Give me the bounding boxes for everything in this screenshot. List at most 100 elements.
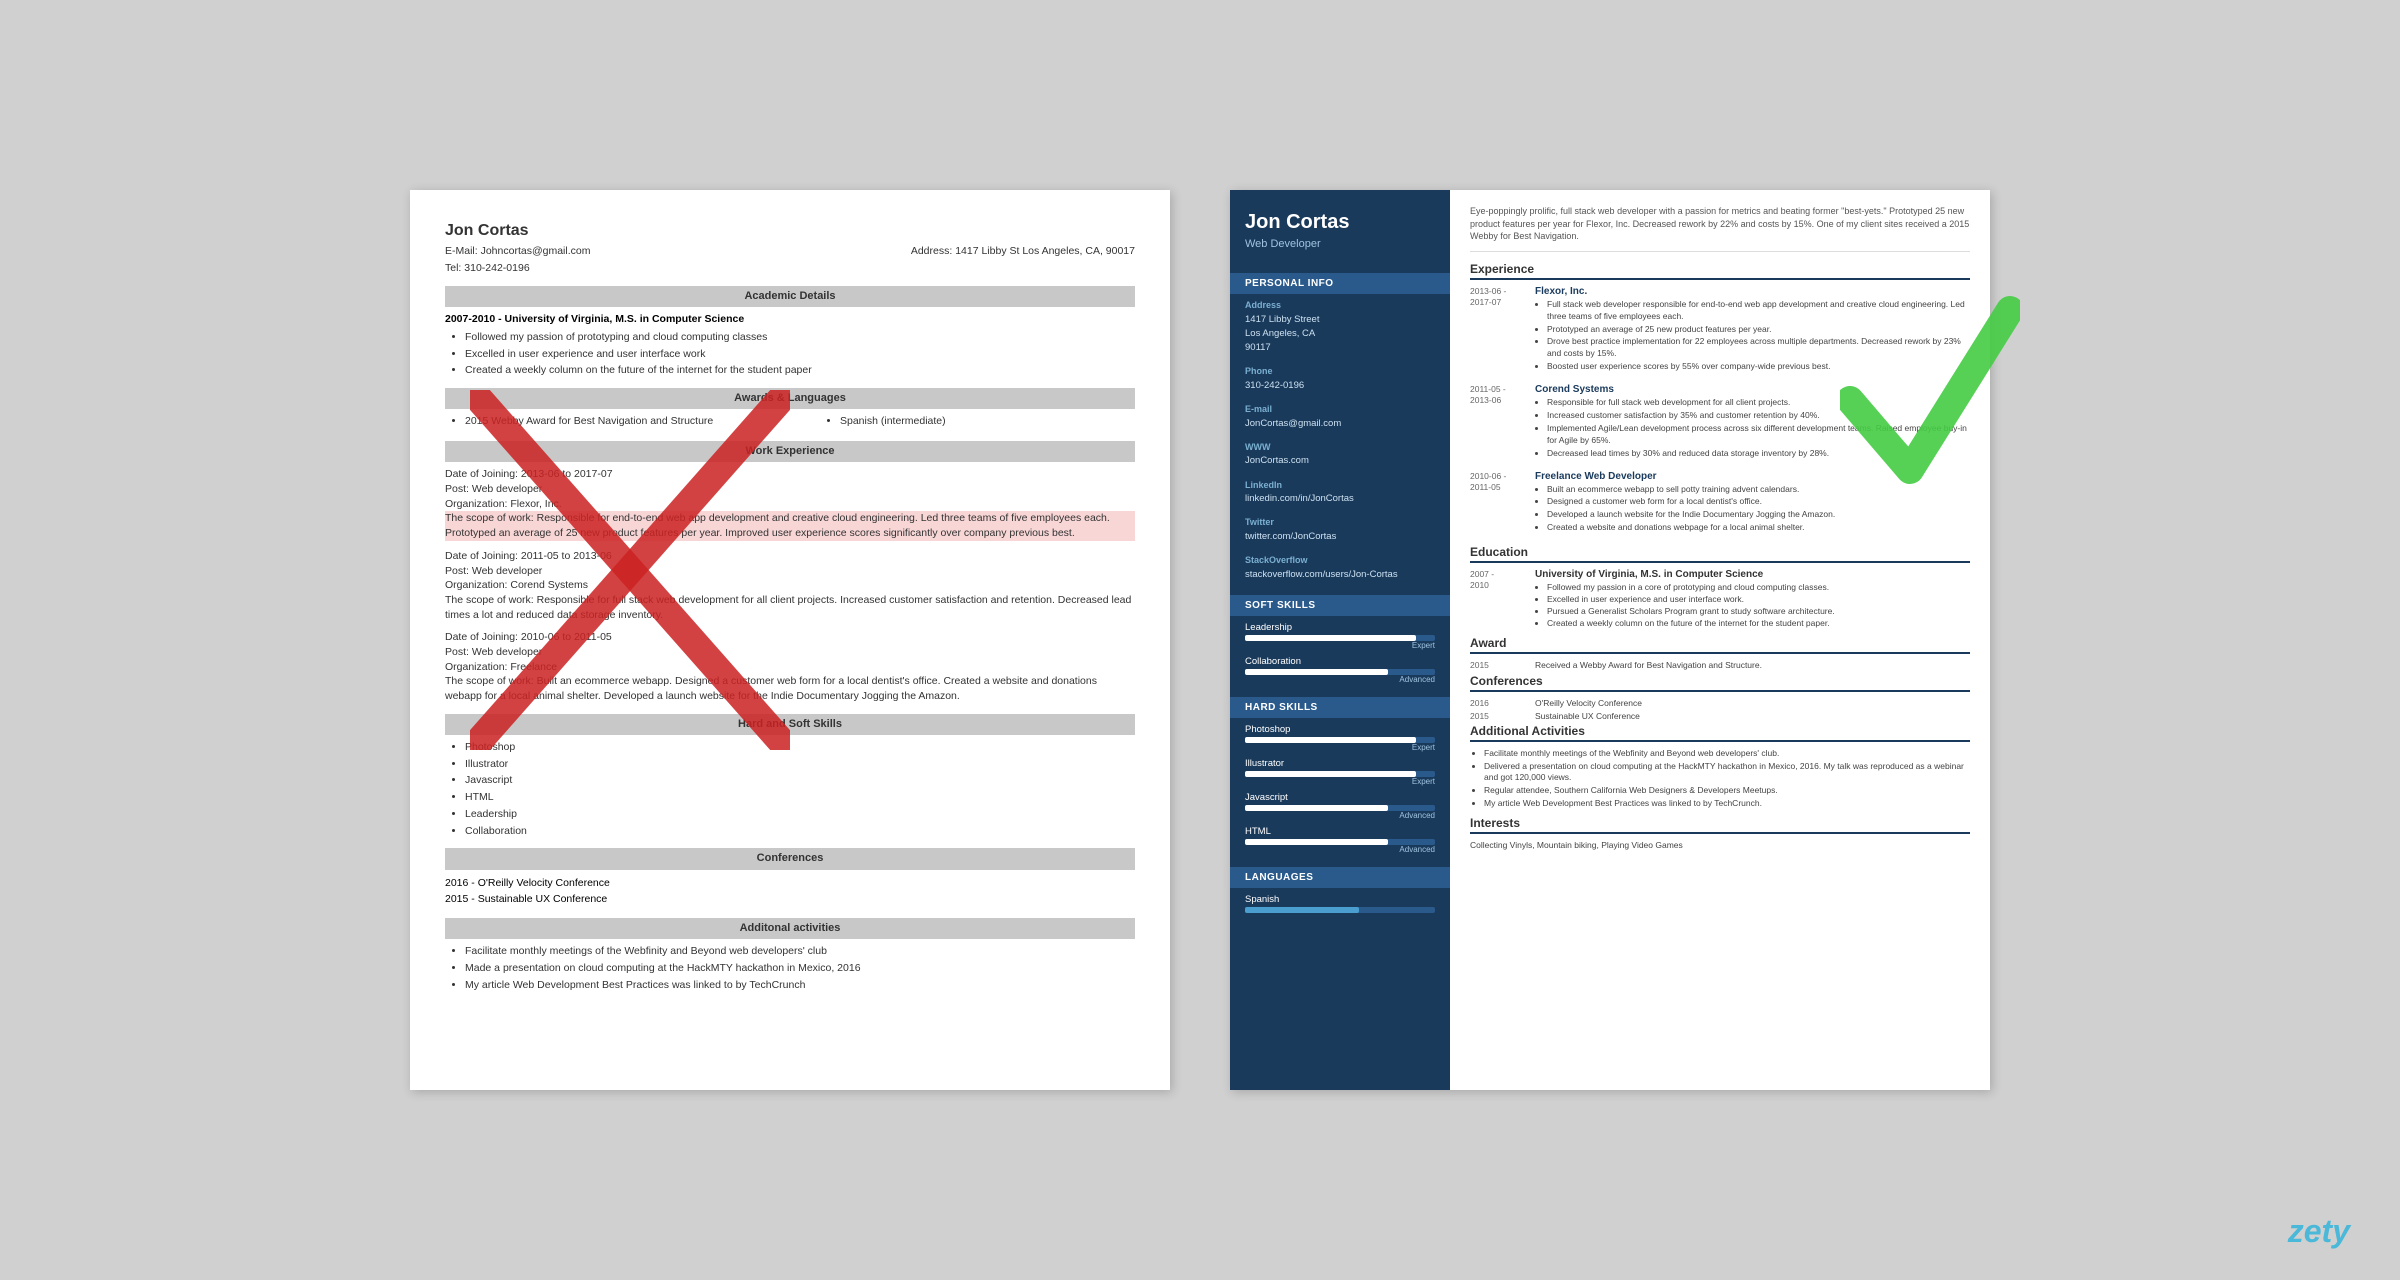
sidebar-profile: Jon Cortas Web Developer (1230, 190, 1450, 265)
award-entry-1: 2015 Received a Webby Award for Best Nav… (1470, 660, 1970, 670)
plain-conferences-header: Conferences (445, 848, 1135, 869)
plain-activities-header: Additonal activities (445, 918, 1135, 939)
skill-photoshop: Photoshop (1245, 724, 1435, 735)
activities-section-title: Additional Activities (1470, 724, 1970, 742)
plain-name: Jon Cortas (445, 220, 1135, 242)
conferences-section-title: Conferences (1470, 674, 1970, 692)
plain-academic-bullets: Followed my passion of prototyping and c… (445, 330, 1135, 378)
work-entry-2: Date of Joining: 2011-05 to 2013-06 Post… (445, 549, 1135, 622)
list-item: Created a weekly column on the future of… (1547, 618, 1835, 630)
sidebar-languages: Spanish (1230, 894, 1450, 918)
conf-item-2: 2015 - Sustainable UX Conference (445, 891, 1135, 908)
conf-item-1: 2016 - O'Reilly Velocity Conference (445, 875, 1135, 892)
list-item: Excelled in user experience and user int… (1547, 594, 1835, 606)
list-item: Followed my passion of prototyping and c… (465, 330, 1135, 345)
skill-level: Advanced (1245, 845, 1435, 854)
list-item: Decreased lead times by 30% and reduced … (1547, 448, 1970, 460)
list-item: My article Web Development Best Practice… (1484, 798, 1970, 810)
sidebar-languages-label: Languages (1230, 867, 1450, 888)
list-item: Regular attendee, Southern California We… (1484, 785, 1970, 797)
language-spanish: Spanish (1245, 894, 1435, 905)
list-item: Boosted user experience scores by 55% ov… (1547, 361, 1970, 373)
edu-entry-1: 2007 -2010 University of Virginia, M.S. … (1470, 569, 1970, 630)
styled-resume: Jon Cortas Web Developer Personal Info A… (1230, 190, 1990, 1090)
sidebar-personal-info-label: Personal Info (1230, 273, 1450, 294)
sidebar-twitter-block: Twitter twitter.com/JonCortas (1230, 511, 1450, 549)
sidebar-linkedin-block: LinkedIn linkedin.com/in/JonCortas (1230, 474, 1450, 512)
conf-entry-1: 2016 O'Reilly Velocity Conference (1470, 698, 1970, 708)
sidebar-hard-skills: Photoshop Expert Illustrator Expert Java… (1230, 724, 1450, 859)
list-item: Implemented Agile/Lean development proce… (1547, 423, 1970, 447)
list-item: HTML (465, 790, 1135, 805)
main-container: Jon Cortas E-Mail: Johncortas@gmail.com … (0, 0, 2400, 1280)
list-item: My article Web Development Best Practice… (465, 978, 1135, 993)
list-item: Delivered a presentation on cloud comput… (1484, 761, 1970, 785)
exp-entry-2: 2011-05 -2013-06 Corend Systems Responsi… (1470, 384, 1970, 460)
list-item: Pursued a Generalist Scholars Program gr… (1547, 606, 1835, 618)
list-item: Created a weekly column on the future of… (465, 363, 1135, 378)
plain-contact: E-Mail: Johncortas@gmail.com Address: 14… (445, 244, 1135, 259)
exp-entry-1: 2013-06 -2017-07 Flexor, Inc. Full stack… (1470, 286, 1970, 374)
skill-level: Expert (1245, 641, 1435, 650)
list-item: Facilitate monthly meetings of the Webfi… (1484, 748, 1970, 760)
experience-section-title: Experience (1470, 262, 1970, 280)
sidebar-email-block: E-mail JonCortas@gmail.com (1230, 398, 1450, 436)
skill-javascript: Javascript (1245, 792, 1435, 803)
interests-text: Collecting Vinyls, Mountain biking, Play… (1470, 840, 1970, 850)
work-entry-1: Date of Joining: 2013-06 to 2017-07 Post… (445, 467, 1135, 540)
sidebar-stackoverflow-block: StackOverflow stackoverflow.com/users/Jo… (1230, 549, 1450, 587)
lang-bar-bg (1245, 907, 1435, 913)
plain-awards-row: 2015 Webby Award for Best Navigation and… (445, 414, 1135, 431)
conf-entry-2: 2015 Sustainable UX Conference (1470, 711, 1970, 721)
list-item: Illustrator (465, 757, 1135, 772)
list-item: Spanish (intermediate) (840, 414, 1135, 429)
skill-collaboration: Collaboration (1245, 656, 1435, 667)
list-item: Created a website and donations webpage … (1547, 522, 1970, 534)
award-section-title: Award (1470, 636, 1970, 654)
list-item: Facilitate monthly meetings of the Webfi… (465, 944, 1135, 959)
list-item: Leadership (465, 807, 1135, 822)
list-item: Made a presentation on cloud computing a… (465, 961, 1135, 976)
skill-level: Expert (1245, 743, 1435, 752)
education-section-title: Education (1470, 545, 1970, 563)
skill-illustrator: Illustrator (1245, 758, 1435, 769)
plain-skills-list: Photoshop Illustrator Javascript HTML Le… (445, 740, 1135, 838)
sidebar-address-block: Address 1417 Libby StreetLos Angeles, CA… (1230, 294, 1450, 360)
sidebar-name: Jon Cortas (1245, 210, 1435, 234)
list-item: Responsible for full stack web developme… (1547, 397, 1970, 409)
list-item: Developed a launch website for the Indie… (1547, 509, 1970, 521)
list-item: 2015 Webby Award for Best Navigation and… (465, 414, 760, 429)
plain-awards-header: Awards & Languages (445, 388, 1135, 409)
styled-content: Eye-poppingly prolific, full stack web d… (1450, 190, 1990, 1090)
skill-html: HTML (1245, 826, 1435, 837)
sidebar-soft-skills-label: Soft Skills (1230, 595, 1450, 616)
list-item: Collaboration (465, 824, 1135, 839)
skill-leadership: Leadership (1245, 622, 1435, 633)
list-item: Built an ecommerce webapp to sell potty … (1547, 484, 1970, 496)
list-item: Full stack web developer responsible for… (1547, 299, 1970, 323)
list-item: Prototyped an average of 25 new product … (1547, 324, 1970, 336)
skill-level: Advanced (1245, 675, 1435, 684)
plain-award-item: 2015 Webby Award for Best Navigation and… (445, 414, 760, 431)
styled-sidebar: Jon Cortas Web Developer Personal Info A… (1230, 190, 1450, 1090)
list-item: Increased customer satisfaction by 35% a… (1547, 410, 1970, 422)
work-entry-3: Date of Joining: 2010-06 to 2011-05 Post… (445, 630, 1135, 703)
sidebar-hard-skills-label: Hard Skills (1230, 697, 1450, 718)
plain-work-header: Work Experience (445, 441, 1135, 462)
list-item: Excelled in user experience and user int… (465, 347, 1135, 362)
exp-entry-3: 2010-06 -2011-05 Freelance Web Developer… (1470, 471, 1970, 536)
styled-resume-wrapper: Jon Cortas Web Developer Personal Info A… (1230, 190, 1990, 1090)
sidebar-soft-skills: Leadership Expert Collaboration Advanced (1230, 622, 1450, 689)
plain-language-item: Spanish (intermediate) (820, 414, 1135, 431)
skill-level: Advanced (1245, 811, 1435, 820)
sidebar-title: Web Developer (1245, 238, 1435, 250)
plain-skills-header: Hard and Soft Skills (445, 714, 1135, 735)
plain-email: E-Mail: Johncortas@gmail.com (445, 244, 590, 259)
zety-brand: zety (2288, 1213, 2350, 1250)
list-item: Drove best practice implementation for 2… (1547, 336, 1970, 360)
lang-bar-fill (1245, 907, 1359, 913)
interests-section-title: Interests (1470, 816, 1970, 834)
plain-tel: Tel: 310-242-0196 (445, 261, 1135, 276)
activities-list: Facilitate monthly meetings of the Webfi… (1470, 748, 1970, 810)
sidebar-address: 1417 Libby StreetLos Angeles, CA90117 (1245, 313, 1435, 356)
